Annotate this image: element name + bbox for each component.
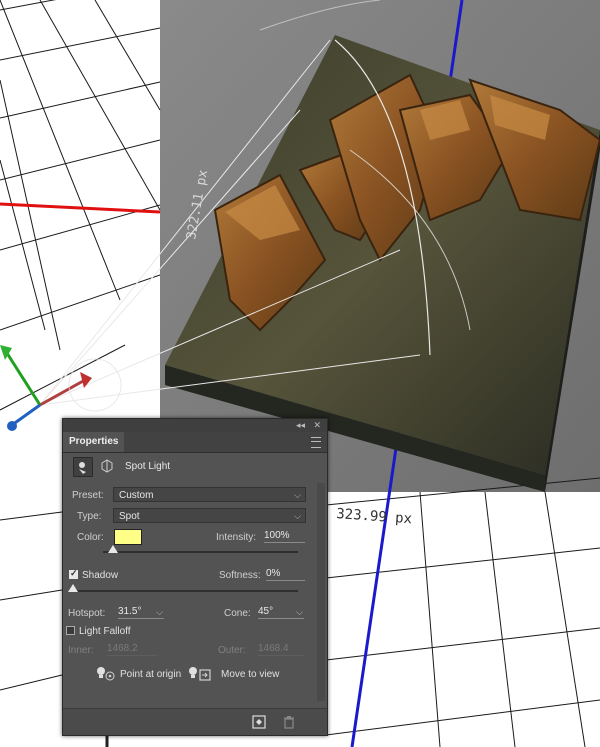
properties-panel: ◂◂ ✕ Properties Spot Light Preset: Custo… <box>62 418 328 736</box>
shadow-checkbox[interactable] <box>69 568 78 579</box>
preset-label: Preset: <box>72 490 104 501</box>
cone-value: 45° <box>258 606 274 617</box>
inner-field: 1468.2 <box>107 643 157 656</box>
cone-field[interactable]: 45° ⌵ <box>258 606 304 619</box>
intensity-label: Intensity: <box>216 532 257 543</box>
point-at-origin-label[interactable]: Point at origin <box>120 669 181 680</box>
shadow-label: Shadow <box>82 570 119 581</box>
preset-value: Custom <box>119 490 154 501</box>
move-to-view-label[interactable]: Move to view <box>221 669 279 680</box>
coordinates-icon[interactable] <box>100 459 114 473</box>
intensity-track[interactable] <box>103 551 298 553</box>
panel-tabrow: Properties <box>63 432 327 453</box>
softness-slider-thumb[interactable] <box>68 584 78 592</box>
type-value: Spot <box>119 511 140 522</box>
light-type-title: Spot Light <box>125 461 171 472</box>
type-select[interactable]: Spot ⌵ <box>113 508 306 523</box>
type-label: Type: <box>77 511 102 522</box>
light-falloff-checkbox[interactable] <box>66 626 75 635</box>
cone-label: Cone: <box>224 608 251 619</box>
x-axis-line <box>0 202 161 214</box>
chevron-down-icon: ⌵ <box>294 490 301 500</box>
panel-menu-icon[interactable] <box>311 437 321 448</box>
chevron-down-icon: ⌵ <box>296 607 303 617</box>
chevron-down-icon: ⌵ <box>156 607 163 617</box>
panel-scrollbar[interactable] <box>317 483 325 701</box>
preset-select[interactable]: Custom ⌵ <box>113 487 306 502</box>
softness-label: Softness: <box>219 570 261 581</box>
intensity-slider-thumb[interactable] <box>107 545 118 553</box>
hotspot-field[interactable]: 31.5° ⌵ <box>118 606 164 619</box>
inner-label: Inner: <box>68 645 94 656</box>
light-falloff-label: Light Falloff <box>79 626 131 637</box>
spot-light-icon[interactable] <box>73 457 93 477</box>
tab-properties[interactable]: Properties <box>63 432 125 452</box>
chevron-down-icon: ⌵ <box>294 511 301 521</box>
softness-field[interactable]: 0% <box>266 568 305 581</box>
close-icon[interactable]: ✕ <box>313 419 321 432</box>
panel-footer <box>63 708 327 735</box>
trash-icon[interactable] <box>282 715 296 729</box>
hotspot-value: 31.5° <box>118 606 142 617</box>
horizontal-measurement: 323.99 px <box>336 506 413 527</box>
color-swatch[interactable] <box>114 529 142 545</box>
render-icon[interactable] <box>252 715 266 729</box>
softness-track[interactable] <box>73 590 298 592</box>
point-at-origin-icon[interactable] <box>95 666 117 682</box>
outer-label: Outer: <box>218 645 246 656</box>
color-label: Color: <box>77 532 104 543</box>
light-header: Spot Light <box>63 454 327 480</box>
intensity-field[interactable]: 100% <box>264 530 305 543</box>
move-to-view-icon[interactable] <box>188 666 212 682</box>
collapse-icon[interactable]: ◂◂ <box>296 419 305 432</box>
outer-field: 1468.4 <box>258 643 304 656</box>
hotspot-label: Hotspot: <box>68 608 106 619</box>
panel-topbar: ◂◂ ✕ <box>63 419 327 432</box>
